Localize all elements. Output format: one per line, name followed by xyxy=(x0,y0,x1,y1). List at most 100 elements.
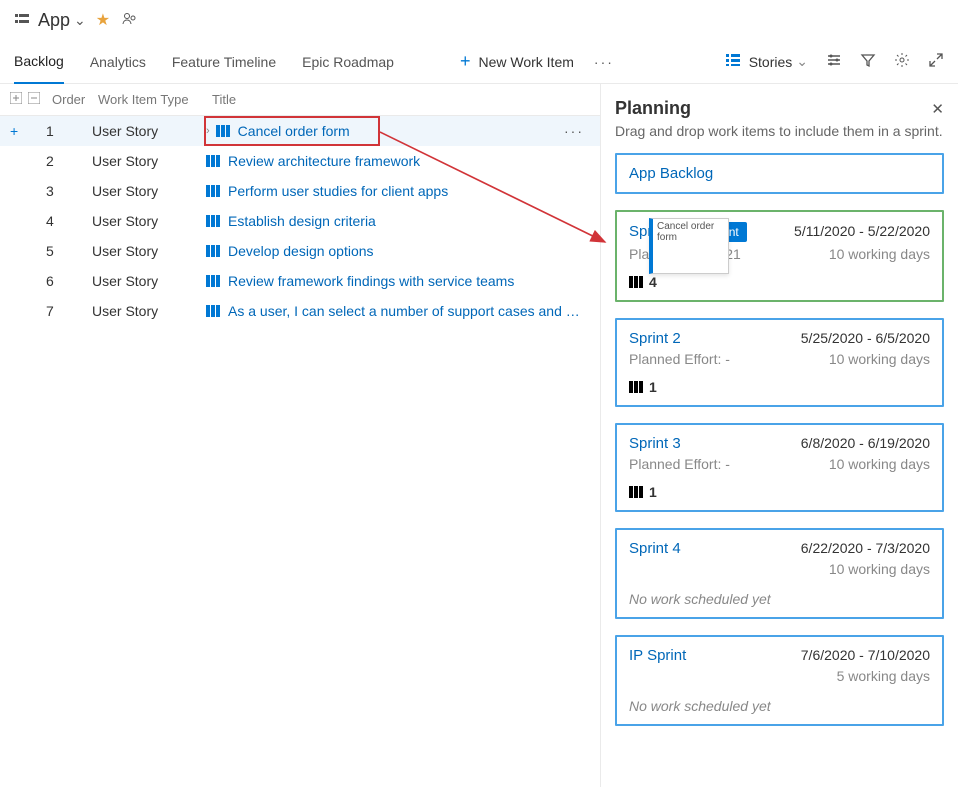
backlog-level-selector[interactable]: Stories ⌄ xyxy=(725,52,808,71)
user-story-icon xyxy=(206,154,220,168)
no-work-label: No work scheduled yet xyxy=(629,591,930,607)
cell-order: 1 xyxy=(46,123,92,139)
backlog-icon xyxy=(14,11,30,30)
stories-label: Stories xyxy=(749,54,793,70)
col-type[interactable]: Work Item Type xyxy=(98,92,212,107)
new-work-item-label: New Work Item xyxy=(478,54,573,70)
sprint-name[interactable]: Sprint 4 xyxy=(629,540,681,557)
sprint-item-count: 1 xyxy=(649,379,657,395)
work-item-link[interactable]: Develop design options xyxy=(228,243,374,259)
new-work-item-button[interactable]: + New Work Item xyxy=(460,51,574,72)
work-item-link[interactable]: Perform user studies for client apps xyxy=(228,183,448,199)
add-child-icon[interactable]: + xyxy=(10,123,28,139)
cell-title: As a user, I can select a number of supp… xyxy=(206,303,590,319)
table-row[interactable]: 7User Story As a user, I can select a num… xyxy=(0,296,600,326)
working-days: 5 working days xyxy=(837,668,930,684)
cell-type: User Story xyxy=(92,183,206,199)
grid-header: Order Work Item Type Title xyxy=(0,84,600,116)
more-actions-icon[interactable]: ··· xyxy=(594,54,614,70)
working-days: 10 working days xyxy=(829,561,930,577)
sprint-card[interactable]: Sprint 46/22/2020 - 7/3/202010 working d… xyxy=(615,528,944,619)
tab-epic-roadmap[interactable]: Epic Roadmap xyxy=(302,41,394,83)
sprint-name[interactable]: Sprint 2 xyxy=(629,330,681,347)
plus-icon: + xyxy=(460,51,471,72)
filter-icon[interactable] xyxy=(860,52,876,71)
backlog-card[interactable]: App Backlog xyxy=(615,153,944,194)
cell-title: Review architecture framework xyxy=(206,153,590,169)
no-work-label: No work scheduled yet xyxy=(629,698,930,714)
cell-title: Develop design options xyxy=(206,243,590,259)
user-story-icon xyxy=(206,274,220,288)
work-item-link[interactable]: Review framework findings with service t… xyxy=(228,273,514,289)
col-order[interactable]: Order xyxy=(52,92,98,107)
chevron-down-icon: ⌄ xyxy=(796,53,808,70)
table-row[interactable]: 3User Story Perform user studies for clie… xyxy=(0,176,600,206)
sprint-card[interactable]: Sprint 1Current5/11/2020 - 5/22/2020Plan… xyxy=(615,210,944,302)
page-title[interactable]: App xyxy=(38,10,70,31)
favorite-star-icon[interactable]: ★ xyxy=(96,10,110,30)
work-item-link[interactable]: Review architecture framework xyxy=(228,153,420,169)
planning-panel: Planning ✕ Drag and drop work items to i… xyxy=(600,84,958,787)
expand-row-icon[interactable]: › xyxy=(206,125,210,137)
sprint-dates: 6/8/2020 - 6/19/2020 xyxy=(801,435,930,451)
table-row[interactable]: +1User Story› Cancel order form ··· xyxy=(0,116,600,146)
user-story-icon xyxy=(629,485,643,499)
cell-type: User Story xyxy=(92,213,206,229)
expand-all-icon[interactable] xyxy=(10,92,28,107)
table-row[interactable]: 6User StoryReview framework findings wit… xyxy=(0,266,600,296)
page-header: App ⌄ ★ xyxy=(0,0,958,40)
close-panel-icon[interactable]: ✕ xyxy=(931,100,944,118)
table-row[interactable]: 5User StoryDevelop design options xyxy=(0,236,600,266)
sprint-item-count: 4 xyxy=(649,274,657,290)
sprint-card[interactable]: Sprint 3 6/8/2020 - 6/19/2020 Planned Effo… xyxy=(615,423,944,512)
row-more-icon[interactable]: ··· xyxy=(564,123,590,139)
col-title[interactable]: Title xyxy=(212,92,590,107)
sprint-name[interactable]: Sprint 1 xyxy=(629,223,681,240)
user-story-icon xyxy=(206,304,220,318)
collapse-all-icon[interactable] xyxy=(28,92,46,107)
cell-type: User Story xyxy=(92,243,206,259)
user-story-icon xyxy=(216,124,230,138)
view-options-icon[interactable] xyxy=(826,52,842,71)
tabs-bar: Backlog Analytics Feature Timeline Epic … xyxy=(0,40,958,84)
planned-effort: Planned Effort: 21 xyxy=(629,246,741,262)
working-days: 10 working days xyxy=(829,456,930,472)
table-row[interactable]: 4User StoryEstablish design criteria xyxy=(0,206,600,236)
cell-type: User Story xyxy=(92,303,206,319)
title-dropdown-icon[interactable]: ⌄ xyxy=(74,12,86,29)
user-story-icon xyxy=(206,184,220,198)
stories-icon xyxy=(725,52,741,71)
team-icon[interactable] xyxy=(122,11,138,30)
sprint-name[interactable]: IP Sprint xyxy=(629,647,686,664)
sprint-name[interactable]: Sprint 3 xyxy=(629,435,681,452)
work-item-link[interactable]: Establish design criteria xyxy=(228,213,376,229)
cell-order: 7 xyxy=(46,303,92,319)
work-item-link[interactable]: Cancel order form xyxy=(238,123,350,139)
settings-gear-icon[interactable] xyxy=(894,52,910,71)
cell-title: Perform user studies for client apps xyxy=(206,183,590,199)
sprint-card[interactable]: Sprint 25/25/2020 - 6/5/2020Planned Effo… xyxy=(615,318,944,407)
tab-analytics[interactable]: Analytics xyxy=(90,41,146,83)
cell-type: User Story xyxy=(92,273,206,289)
user-story-icon xyxy=(206,214,220,228)
tab-backlog[interactable]: Backlog xyxy=(14,40,64,84)
cell-type: User Story xyxy=(92,123,206,139)
cell-type: User Story xyxy=(92,153,206,169)
user-story-icon xyxy=(629,380,643,394)
panel-title: Planning xyxy=(615,98,691,119)
sprint-item-count: 1 xyxy=(649,484,657,500)
working-days: 10 working days xyxy=(829,246,930,262)
panel-subtitle: Drag and drop work items to include them… xyxy=(615,123,944,139)
cell-title: Establish design criteria xyxy=(206,213,590,229)
fullscreen-icon[interactable] xyxy=(928,52,944,71)
tab-feature-timeline[interactable]: Feature Timeline xyxy=(172,41,276,83)
backlog-name[interactable]: App Backlog xyxy=(629,165,713,182)
sprint-card[interactable]: IP Sprint7/6/2020 - 7/10/20205 working d… xyxy=(615,635,944,726)
work-item-link[interactable]: As a user, I can select a number of supp… xyxy=(228,303,580,319)
cell-order: 3 xyxy=(46,183,92,199)
current-badge: Current xyxy=(691,222,747,242)
planned-effort: Planned Effort: - xyxy=(629,456,730,472)
cell-title: › Cancel order form xyxy=(206,123,564,139)
table-row[interactable]: 2User StoryReview architecture framework xyxy=(0,146,600,176)
toolbar-right: Stories ⌄ xyxy=(725,52,944,71)
